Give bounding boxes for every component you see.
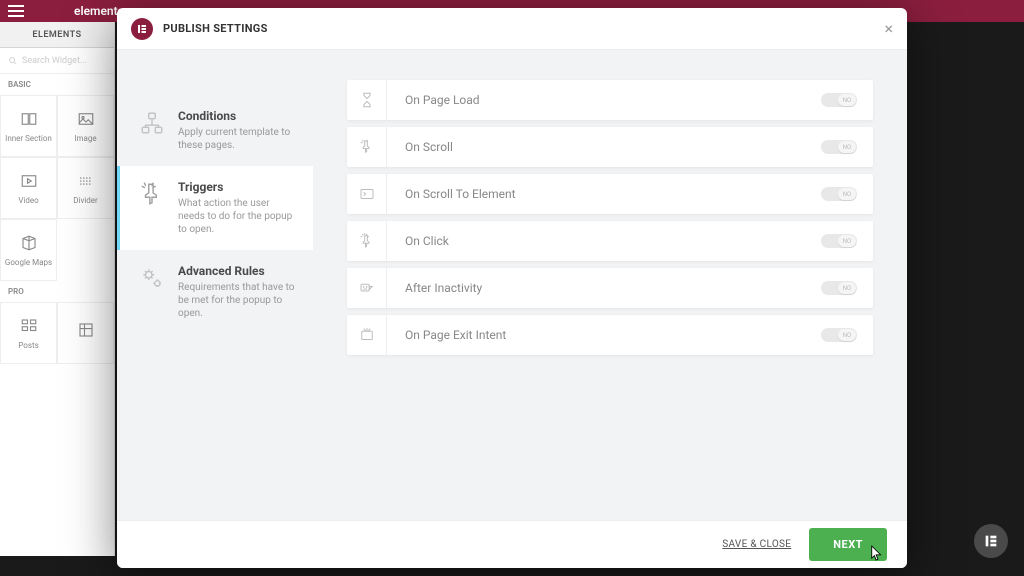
nav-title: Conditions bbox=[178, 109, 295, 123]
trigger-page-load: On Page Load NO bbox=[347, 80, 873, 120]
nav-conditions[interactable]: Conditions Apply current template to thes… bbox=[117, 95, 313, 166]
inactivity-icon bbox=[347, 268, 387, 308]
nav-desc: What action the user needs to do for the… bbox=[178, 197, 295, 236]
conditions-icon bbox=[138, 109, 166, 137]
nav-desc: Requirements that have to be met for the… bbox=[178, 281, 295, 320]
trigger-label: On Scroll bbox=[387, 140, 821, 154]
scroll-icon bbox=[347, 127, 387, 167]
hourglass-icon bbox=[347, 80, 387, 120]
nav-title: Triggers bbox=[178, 180, 295, 194]
trigger-scroll: On Scroll NO bbox=[347, 127, 873, 167]
toggle-switch[interactable]: NO bbox=[821, 140, 857, 154]
modal-header: PUBLISH SETTINGS × bbox=[117, 8, 907, 50]
triggers-icon bbox=[138, 180, 166, 208]
toggle-switch[interactable]: NO bbox=[821, 234, 857, 248]
trigger-exit-intent: On Page Exit Intent NO bbox=[347, 315, 873, 355]
trigger-label: On Page Exit Intent bbox=[387, 328, 821, 342]
elementor-fab-icon[interactable] bbox=[974, 524, 1008, 558]
trigger-inactivity: After Inactivity NO bbox=[347, 268, 873, 308]
close-icon[interactable]: × bbox=[884, 19, 893, 38]
next-button[interactable]: NEXT bbox=[809, 528, 887, 561]
nav-title: Advanced Rules bbox=[178, 264, 295, 278]
nav-advanced[interactable]: Advanced Rules Requirements that have to … bbox=[117, 250, 313, 334]
scroll-element-icon bbox=[347, 174, 387, 214]
toggle-switch[interactable]: NO bbox=[821, 281, 857, 295]
modal-backdrop: PUBLISH SETTINGS × Conditions Apply curre… bbox=[0, 0, 1024, 576]
trigger-label: On Page Load bbox=[387, 93, 821, 107]
toggle-switch[interactable]: NO bbox=[821, 328, 857, 342]
elementor-logo-icon bbox=[131, 18, 153, 40]
nav-desc: Apply current template to these pages. bbox=[178, 126, 295, 152]
trigger-label: On Click bbox=[387, 234, 821, 248]
toggle-switch[interactable]: NO bbox=[821, 93, 857, 107]
gears-icon bbox=[138, 264, 166, 292]
triggers-panel: On Page Load NO On Scroll NO On Scroll T… bbox=[313, 50, 907, 520]
trigger-label: On Scroll To Element bbox=[387, 187, 821, 201]
toggle-switch[interactable]: NO bbox=[821, 187, 857, 201]
click-icon bbox=[347, 221, 387, 261]
trigger-scroll-element: On Scroll To Element NO bbox=[347, 174, 873, 214]
modal-nav: Conditions Apply current template to thes… bbox=[117, 50, 313, 520]
exit-intent-icon bbox=[347, 315, 387, 355]
trigger-click: On Click NO bbox=[347, 221, 873, 261]
modal-footer: SAVE & CLOSE NEXT bbox=[117, 520, 907, 568]
save-close-button[interactable]: SAVE & CLOSE bbox=[722, 539, 791, 550]
publish-settings-modal: PUBLISH SETTINGS × Conditions Apply curre… bbox=[117, 8, 907, 568]
trigger-label: After Inactivity bbox=[387, 281, 821, 295]
modal-body: Conditions Apply current template to thes… bbox=[117, 50, 907, 520]
modal-title: PUBLISH SETTINGS bbox=[163, 22, 268, 35]
nav-triggers[interactable]: Triggers What action the user needs to do… bbox=[117, 166, 313, 250]
